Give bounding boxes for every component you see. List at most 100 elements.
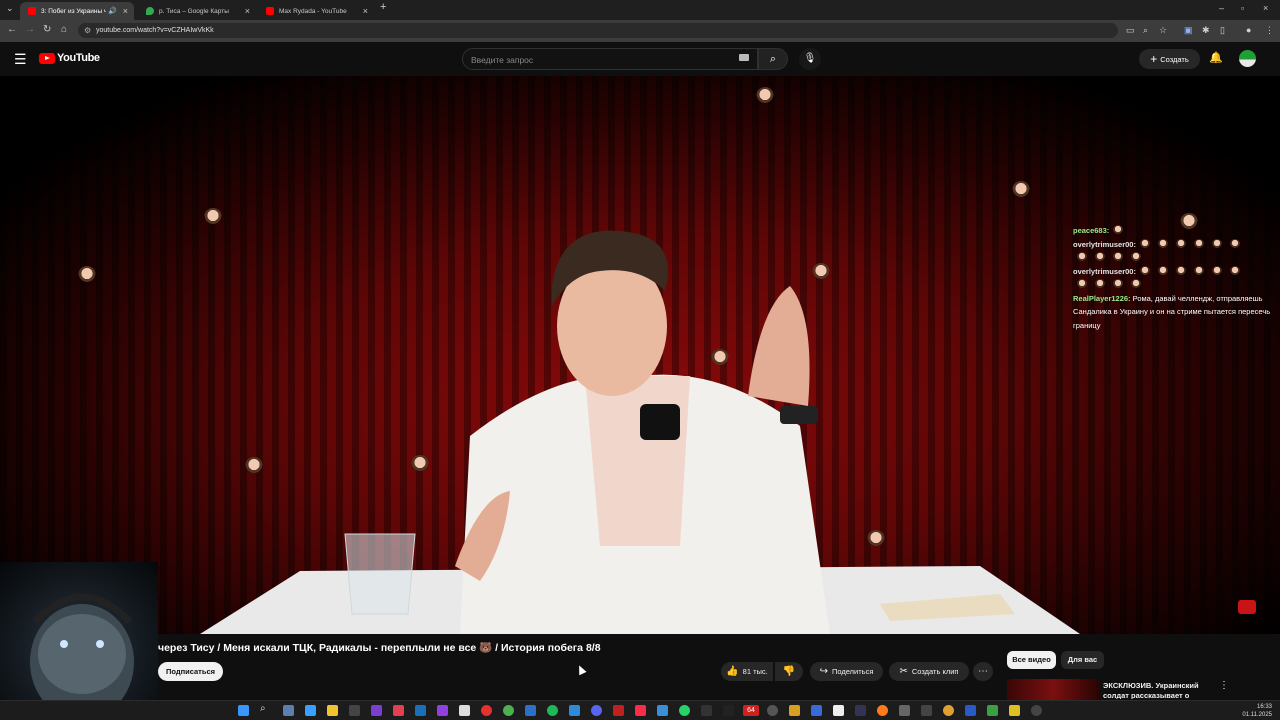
presenter-tshirt xyxy=(585,376,690,546)
chrome-icon[interactable] xyxy=(503,705,514,716)
app-icon[interactable] xyxy=(855,705,866,716)
share-label: Поделиться xyxy=(831,667,874,676)
url-field[interactable]: ⚙ youtube.com/watch?v=vCZHAIwVkKk xyxy=(78,23,1118,38)
tab-google-maps[interactable]: р. Тиса – Google Карты × xyxy=(138,2,256,20)
windows-start-icon[interactable] xyxy=(238,705,249,716)
app-icon[interactable] xyxy=(569,705,580,716)
app-icon[interactable] xyxy=(349,705,360,716)
spotify-icon[interactable] xyxy=(547,705,558,716)
app-icon[interactable] xyxy=(943,705,954,716)
app-icon[interactable] xyxy=(811,705,822,716)
minecraft-icon[interactable] xyxy=(987,705,998,716)
more-actions-button[interactable]: ⋯ xyxy=(973,662,993,681)
search-icon[interactable]: ⌕ xyxy=(260,703,271,714)
app-icon[interactable] xyxy=(613,705,624,716)
back-arrow-icon[interactable]: ← xyxy=(7,24,17,35)
voice-search-button[interactable]: 🎙 xyxy=(799,48,821,70)
keyboard-icon[interactable] xyxy=(739,54,749,61)
app-icon[interactable] xyxy=(657,705,668,716)
emote-face-icon xyxy=(1113,252,1123,262)
recommended-video-title[interactable]: ЭКСКЛЮЗИВ. Украинский xyxy=(1103,681,1213,691)
streamer-webcam xyxy=(0,562,158,720)
profile-icon[interactable]: ● xyxy=(1246,25,1251,35)
recommended-video-title-line2[interactable]: солдат рассказывает о xyxy=(1103,691,1213,699)
music-icon[interactable] xyxy=(635,705,646,716)
app-icon[interactable] xyxy=(701,705,712,716)
clip-button[interactable]: ✂ Создать клип xyxy=(889,662,969,681)
emote-face-icon xyxy=(1077,279,1087,289)
emote-face-icon xyxy=(1012,181,1030,199)
video-player[interactable]: peace683: overlytrimuser00: overlytrimus… xyxy=(0,76,1280,634)
badge-icon[interactable]: 64 xyxy=(743,705,759,716)
channel-watermark-icon[interactable] xyxy=(1238,600,1256,614)
terminal-icon[interactable] xyxy=(723,705,734,716)
close-tab-icon[interactable]: × xyxy=(123,6,128,16)
hamburger-menu-icon[interactable]: ☰ xyxy=(14,51,27,68)
chip-for-you[interactable]: Для вас xyxy=(1061,651,1104,669)
app-icon[interactable] xyxy=(965,705,976,716)
app-icon[interactable] xyxy=(437,705,448,716)
zoom-icon[interactable]: ⌕ xyxy=(1143,25,1148,36)
emote-face-icon xyxy=(1211,238,1222,249)
tab-search-icon[interactable]: ⌄ xyxy=(6,3,14,14)
create-button[interactable]: + Создать xyxy=(1139,49,1200,69)
avatar[interactable] xyxy=(1239,50,1256,67)
notifications-bell-icon[interactable]: 🔔 xyxy=(1209,51,1223,64)
translate-extension-icon[interactable]: ▣ xyxy=(1184,25,1193,36)
windows-taskbar: ⌕ 64 16:33 01.11.2025 xyxy=(0,700,1280,720)
app-icon[interactable] xyxy=(459,705,470,716)
emote-face-icon xyxy=(245,457,263,475)
emote-face-icon xyxy=(1131,252,1141,262)
video-frame xyxy=(200,230,1080,634)
file-explorer-icon[interactable] xyxy=(327,705,338,716)
extensions-puzzle-icon[interactable]: ✱ xyxy=(1202,25,1210,36)
app-icon[interactable] xyxy=(767,705,778,716)
steam-icon[interactable] xyxy=(415,705,426,716)
task-view-icon[interactable] xyxy=(283,705,294,716)
minimize-button[interactable]: – xyxy=(1219,3,1224,13)
tab-youtube-video[interactable]: 3: Побег из Украины через 🔊 × xyxy=(20,2,134,20)
bookmark-star-icon[interactable]: ☆ xyxy=(1159,25,1167,36)
discord-icon[interactable] xyxy=(591,705,602,716)
app-icon[interactable] xyxy=(371,705,382,716)
reload-icon[interactable]: ↻ xyxy=(43,24,51,35)
emote-face-icon xyxy=(1175,265,1186,276)
dislike-button[interactable]: 👎 xyxy=(775,662,803,681)
new-tab-button[interactable]: + xyxy=(380,1,386,13)
close-tab-icon[interactable]: × xyxy=(245,6,250,16)
close-tab-icon[interactable]: × xyxy=(363,6,368,16)
widgets-icon[interactable] xyxy=(305,705,316,716)
maximize-button[interactable]: ▫ xyxy=(1241,3,1244,13)
split-view-icon[interactable]: ▯ xyxy=(1220,25,1225,36)
home-icon[interactable]: ⌂ xyxy=(61,24,67,35)
tab-youtube-channel[interactable]: Max Rydada - YouTube × xyxy=(258,2,374,20)
app-icon[interactable] xyxy=(899,705,910,716)
app-icon[interactable] xyxy=(1009,705,1020,716)
subscribe-button[interactable]: Подписаться xyxy=(158,662,223,681)
cast-icon[interactable]: ▭ xyxy=(1126,25,1135,36)
app-icon[interactable] xyxy=(789,705,800,716)
system-clock[interactable]: 16:33 01.11.2025 xyxy=(1242,703,1272,719)
whatsapp-icon[interactable] xyxy=(679,705,690,716)
search-input[interactable] xyxy=(463,49,733,71)
emote-face-icon xyxy=(78,266,96,284)
youtube-logo[interactable]: YouTube xyxy=(39,52,100,64)
chip-all-videos[interactable]: Все видео xyxy=(1007,651,1056,669)
app-icon[interactable] xyxy=(921,705,932,716)
emote-face-icon xyxy=(1113,279,1123,289)
app-icon[interactable] xyxy=(833,705,844,716)
yandex-browser-icon[interactable] xyxy=(481,705,492,716)
share-button[interactable]: ↪ Поделиться xyxy=(810,662,883,681)
site-info-icon[interactable]: ⚙ xyxy=(84,23,91,38)
like-button[interactable]: 👍 81 тыс. xyxy=(721,662,773,681)
create-label: Создать xyxy=(1160,54,1189,64)
app-icon[interactable] xyxy=(393,705,404,716)
app-icon[interactable] xyxy=(525,705,536,716)
forward-arrow-icon[interactable]: → xyxy=(25,24,35,35)
firefox-icon[interactable] xyxy=(877,705,888,716)
recommended-video-menu-icon[interactable]: ⋮ xyxy=(1219,680,1229,691)
app-icon[interactable] xyxy=(1031,705,1042,716)
browser-menu-icon[interactable]: ⋮ xyxy=(1265,25,1274,36)
search-button[interactable]: ⌕ xyxy=(758,48,788,70)
close-window-button[interactable]: × xyxy=(1263,3,1268,13)
